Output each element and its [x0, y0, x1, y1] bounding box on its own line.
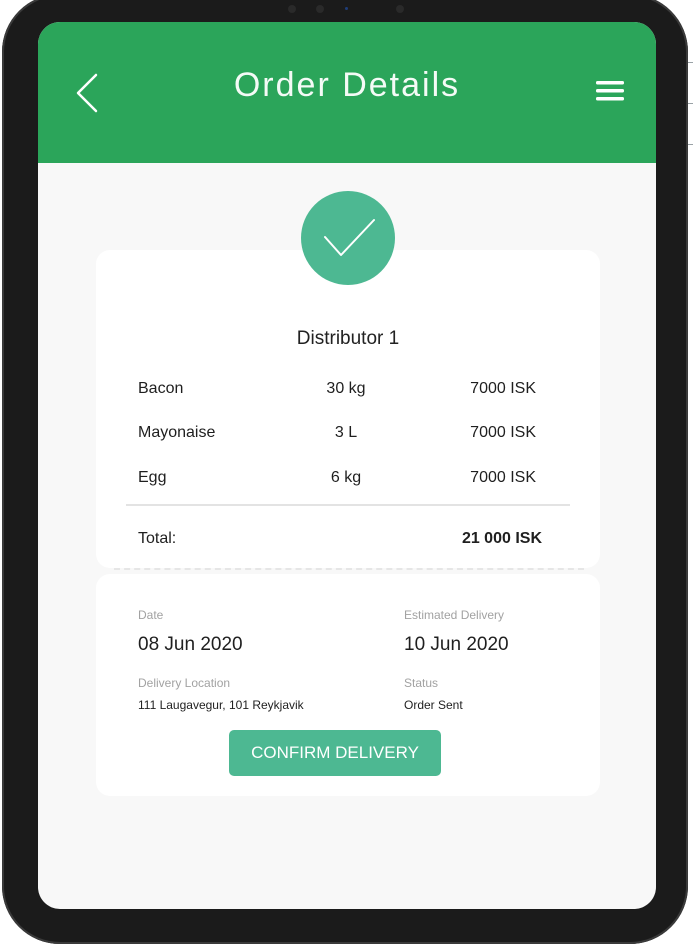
- item-price: 7000 ISK: [470, 380, 536, 397]
- total-value: 21 000 ISK: [461, 530, 542, 547]
- estimated-delivery-label: Estimated Delivery: [404, 608, 505, 622]
- order-item-row: Bacon 30 kg 7000 ISK: [96, 380, 600, 404]
- sensor-dot: [316, 5, 324, 13]
- ticket-perforation: [114, 568, 584, 570]
- app-header: Order Details: [38, 22, 656, 163]
- distributor-name: Distributor 1: [296, 328, 400, 349]
- item-quantity: 6 kg: [330, 469, 362, 486]
- delivery-location-label: Delivery Location: [138, 676, 231, 690]
- menu-button[interactable]: [594, 77, 626, 105]
- confirm-delivery-button[interactable]: CONFIRM DELIVERY: [229, 730, 441, 776]
- order-item-row: Egg 6 kg 7000 ISK: [96, 469, 600, 493]
- estimated-delivery-value: 10 Jun 2020: [404, 634, 509, 655]
- total-label: Total:: [138, 530, 177, 547]
- item-name: Bacon: [138, 380, 184, 397]
- date-label: Date: [138, 608, 164, 622]
- delivery-location-value: 111 Laugavegur, 101 Reykjavik: [138, 698, 304, 712]
- total-divider: [126, 504, 570, 506]
- item-name: Egg: [138, 469, 167, 486]
- status-value: Order Sent: [404, 698, 463, 712]
- order-item-row: Mayonaise 3 L 7000 ISK: [96, 424, 600, 448]
- page-title: Order Details: [233, 66, 461, 104]
- status-label: Status: [404, 676, 439, 690]
- hamburger-menu-icon: [596, 81, 624, 101]
- item-quantity: 30 kg: [326, 380, 366, 397]
- item-price: 7000 ISK: [470, 424, 536, 441]
- order-summary-card: Distributor 1 Bacon 30 kg 7000 ISK Mayon…: [96, 250, 600, 568]
- order-confirmed-badge: [301, 191, 395, 285]
- sensor-dot: [288, 5, 296, 13]
- camera-lens: [345, 7, 348, 10]
- delivery-details-card: Date 08 Jun 2020 Estimated Delivery 10 J…: [96, 574, 600, 796]
- date-value: 08 Jun 2020: [138, 634, 243, 655]
- item-quantity: 3 L: [334, 424, 358, 441]
- tablet-frame: Order Details Distributor 1 Bacon 30 kg …: [2, 0, 688, 944]
- camera-bar: [2, 0, 688, 16]
- item-name: Mayonaise: [138, 424, 216, 441]
- sensor-dot: [396, 5, 404, 13]
- item-price: 7000 ISK: [470, 469, 536, 486]
- checkmark-icon: [324, 219, 375, 256]
- app-screen: Order Details Distributor 1 Bacon 30 kg …: [38, 22, 656, 909]
